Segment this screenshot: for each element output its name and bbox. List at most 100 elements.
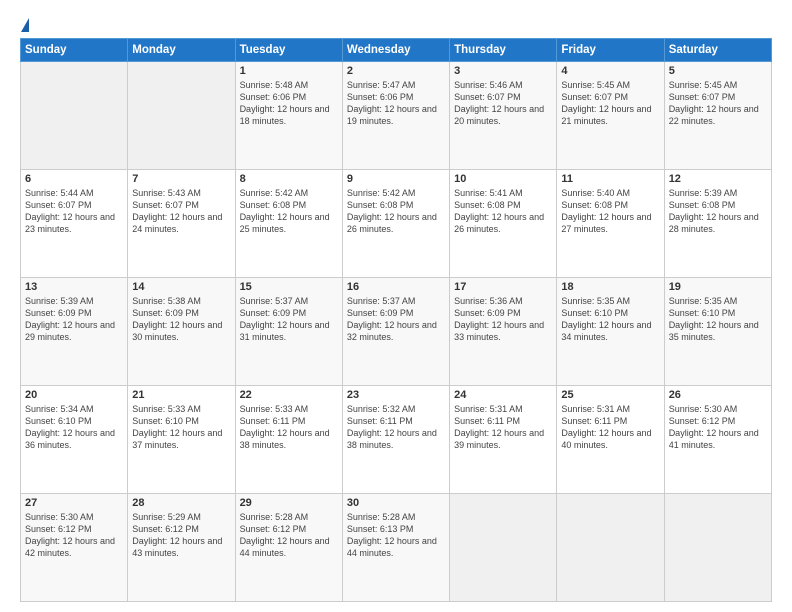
day-info: Sunrise: 5:29 AMSunset: 6:12 PMDaylight:… xyxy=(132,511,230,560)
calendar-cell xyxy=(450,494,557,602)
day-info: Sunrise: 5:28 AMSunset: 6:12 PMDaylight:… xyxy=(240,511,338,560)
week-row-4: 20Sunrise: 5:34 AMSunset: 6:10 PMDayligh… xyxy=(21,386,772,494)
calendar-body: 1Sunrise: 5:48 AMSunset: 6:06 PMDaylight… xyxy=(21,62,772,602)
day-number: 2 xyxy=(347,65,445,77)
calendar-header: SundayMondayTuesdayWednesdayThursdayFrid… xyxy=(21,39,772,62)
calendar-cell: 2 Sunrise: 5:47 AMSunset: 6:06 PMDaylight… xyxy=(342,62,449,170)
calendar-cell: 14 Sunrise: 5:38 AMSunset: 6:09 PMDayligh… xyxy=(128,278,235,386)
calendar-cell xyxy=(21,62,128,170)
calendar-cell xyxy=(128,62,235,170)
calendar-cell: 13 Sunrise: 5:39 AMSunset: 6:09 PMDayligh… xyxy=(21,278,128,386)
day-number: 28 xyxy=(132,497,230,509)
day-info: Sunrise: 5:48 AMSunset: 6:06 PMDaylight:… xyxy=(240,79,338,128)
day-number: 10 xyxy=(454,173,552,185)
day-info: Sunrise: 5:36 AMSunset: 6:09 PMDaylight:… xyxy=(454,295,552,344)
calendar-table: SundayMondayTuesdayWednesdayThursdayFrid… xyxy=(20,38,772,602)
calendar-cell: 25Sunrise: 5:31 AMSunset: 6:11 PMDayligh… xyxy=(557,386,664,494)
day-info: Sunrise: 5:44 AMSunset: 6:07 PMDaylight:… xyxy=(25,187,123,236)
logo-triangle-icon xyxy=(21,18,29,32)
day-info: Sunrise: 5:37 AMSunset: 6:09 PMDaylight:… xyxy=(240,295,338,344)
calendar-cell: 16 Sunrise: 5:37 AMSunset: 6:09 PMDayligh… xyxy=(342,278,449,386)
calendar-cell: 28 Sunrise: 5:29 AMSunset: 6:12 PMDayligh… xyxy=(128,494,235,602)
calendar-cell: 21 Sunrise: 5:33 AMSunset: 6:10 PMDayligh… xyxy=(128,386,235,494)
day-info: Sunrise: 5:30 AMSunset: 6:12 PMDaylight:… xyxy=(25,511,123,560)
day-number: 5 xyxy=(669,65,767,77)
calendar-cell: 10 Sunrise: 5:41 AMSunset: 6:08 PMDayligh… xyxy=(450,170,557,278)
day-info: Sunrise: 5:45 AMSunset: 6:07 PMDaylight:… xyxy=(669,79,767,128)
day-number: 23 xyxy=(347,389,445,401)
day-header-saturday: Saturday xyxy=(664,39,771,62)
day-header-thursday: Thursday xyxy=(450,39,557,62)
calendar-cell: 6 Sunrise: 5:44 AMSunset: 6:07 PMDaylight… xyxy=(21,170,128,278)
day-number: 16 xyxy=(347,281,445,293)
day-number: 9 xyxy=(347,173,445,185)
logo xyxy=(20,18,29,32)
day-info: Sunrise: 5:43 AMSunset: 6:07 PMDaylight:… xyxy=(132,187,230,236)
day-info: Sunrise: 5:35 AMSunset: 6:10 PMDaylight:… xyxy=(669,295,767,344)
day-number: 13 xyxy=(25,281,123,293)
calendar-cell: 24Sunrise: 5:31 AMSunset: 6:11 PMDayligh… xyxy=(450,386,557,494)
day-info: Sunrise: 5:33 AMSunset: 6:10 PMDaylight:… xyxy=(132,403,230,452)
calendar-cell: 30Sunrise: 5:28 AMSunset: 6:13 PMDayligh… xyxy=(342,494,449,602)
day-info: Sunrise: 5:37 AMSunset: 6:09 PMDaylight:… xyxy=(347,295,445,344)
calendar-cell: 27 Sunrise: 5:30 AMSunset: 6:12 PMDayligh… xyxy=(21,494,128,602)
day-header-wednesday: Wednesday xyxy=(342,39,449,62)
day-number: 27 xyxy=(25,497,123,509)
day-info: Sunrise: 5:33 AMSunset: 6:11 PMDaylight:… xyxy=(240,403,338,452)
day-number: 3 xyxy=(454,65,552,77)
calendar-cell: 15 Sunrise: 5:37 AMSunset: 6:09 PMDayligh… xyxy=(235,278,342,386)
day-number: 6 xyxy=(25,173,123,185)
day-info: Sunrise: 5:31 AMSunset: 6:11 PMDaylight:… xyxy=(561,403,659,452)
day-number: 30 xyxy=(347,497,445,509)
day-info: Sunrise: 5:30 AMSunset: 6:12 PMDaylight:… xyxy=(669,403,767,452)
calendar-cell: 18 Sunrise: 5:35 AMSunset: 6:10 PMDayligh… xyxy=(557,278,664,386)
day-info: Sunrise: 5:46 AMSunset: 6:07 PMDaylight:… xyxy=(454,79,552,128)
day-number: 21 xyxy=(132,389,230,401)
day-info: Sunrise: 5:34 AMSunset: 6:10 PMDaylight:… xyxy=(25,403,123,452)
calendar-cell: 3 Sunrise: 5:46 AMSunset: 6:07 PMDaylight… xyxy=(450,62,557,170)
day-number: 26 xyxy=(669,389,767,401)
week-row-3: 13 Sunrise: 5:39 AMSunset: 6:09 PMDayligh… xyxy=(21,278,772,386)
calendar-cell: 7 Sunrise: 5:43 AMSunset: 6:07 PMDaylight… xyxy=(128,170,235,278)
week-row-1: 1Sunrise: 5:48 AMSunset: 6:06 PMDaylight… xyxy=(21,62,772,170)
week-row-5: 27 Sunrise: 5:30 AMSunset: 6:12 PMDayligh… xyxy=(21,494,772,602)
calendar-cell: 26 Sunrise: 5:30 AMSunset: 6:12 PMDayligh… xyxy=(664,386,771,494)
day-number: 22 xyxy=(240,389,338,401)
calendar-cell: 4Sunrise: 5:45 AMSunset: 6:07 PMDaylight… xyxy=(557,62,664,170)
calendar-cell: 1Sunrise: 5:48 AMSunset: 6:06 PMDaylight… xyxy=(235,62,342,170)
day-number: 14 xyxy=(132,281,230,293)
day-info: Sunrise: 5:32 AMSunset: 6:11 PMDaylight:… xyxy=(347,403,445,452)
day-info: Sunrise: 5:39 AMSunset: 6:09 PMDaylight:… xyxy=(25,295,123,344)
day-info: Sunrise: 5:45 AMSunset: 6:07 PMDaylight:… xyxy=(561,79,659,128)
day-number: 18 xyxy=(561,281,659,293)
day-info: Sunrise: 5:40 AMSunset: 6:08 PMDaylight:… xyxy=(561,187,659,236)
day-header-friday: Friday xyxy=(557,39,664,62)
calendar-cell: 12Sunrise: 5:39 AMSunset: 6:08 PMDayligh… xyxy=(664,170,771,278)
day-info: Sunrise: 5:35 AMSunset: 6:10 PMDaylight:… xyxy=(561,295,659,344)
day-number: 29 xyxy=(240,497,338,509)
calendar-cell: 20Sunrise: 5:34 AMSunset: 6:10 PMDayligh… xyxy=(21,386,128,494)
page: SundayMondayTuesdayWednesdayThursdayFrid… xyxy=(0,0,792,612)
day-number: 17 xyxy=(454,281,552,293)
day-info: Sunrise: 5:31 AMSunset: 6:11 PMDaylight:… xyxy=(454,403,552,452)
calendar-cell: 19Sunrise: 5:35 AMSunset: 6:10 PMDayligh… xyxy=(664,278,771,386)
header xyxy=(20,18,772,32)
day-info: Sunrise: 5:47 AMSunset: 6:06 PMDaylight:… xyxy=(347,79,445,128)
calendar-cell xyxy=(664,494,771,602)
day-info: Sunrise: 5:39 AMSunset: 6:08 PMDaylight:… xyxy=(669,187,767,236)
day-number: 11 xyxy=(561,173,659,185)
day-header-sunday: Sunday xyxy=(21,39,128,62)
day-number: 15 xyxy=(240,281,338,293)
day-info: Sunrise: 5:38 AMSunset: 6:09 PMDaylight:… xyxy=(132,295,230,344)
calendar-cell: 23 Sunrise: 5:32 AMSunset: 6:11 PMDayligh… xyxy=(342,386,449,494)
calendar-cell xyxy=(557,494,664,602)
calendar-cell: 9 Sunrise: 5:42 AMSunset: 6:08 PMDaylight… xyxy=(342,170,449,278)
day-info: Sunrise: 5:41 AMSunset: 6:08 PMDaylight:… xyxy=(454,187,552,236)
calendar-cell: 17 Sunrise: 5:36 AMSunset: 6:09 PMDayligh… xyxy=(450,278,557,386)
calendar-cell: 11 Sunrise: 5:40 AMSunset: 6:08 PMDayligh… xyxy=(557,170,664,278)
day-info: Sunrise: 5:42 AMSunset: 6:08 PMDaylight:… xyxy=(347,187,445,236)
calendar-cell: 22 Sunrise: 5:33 AMSunset: 6:11 PMDayligh… xyxy=(235,386,342,494)
day-info: Sunrise: 5:42 AMSunset: 6:08 PMDaylight:… xyxy=(240,187,338,236)
day-number: 7 xyxy=(132,173,230,185)
week-row-2: 6 Sunrise: 5:44 AMSunset: 6:07 PMDaylight… xyxy=(21,170,772,278)
